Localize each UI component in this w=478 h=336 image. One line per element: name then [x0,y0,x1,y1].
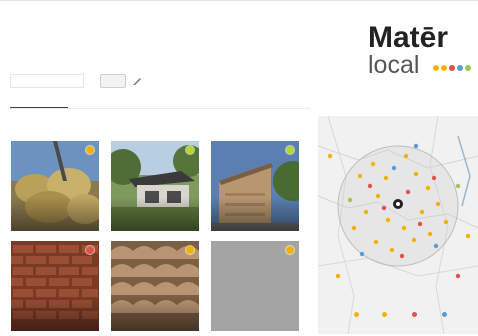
top-divider [0,0,478,1]
legend-item [354,308,361,322]
brand-logo[interactable]: Matēr local [364,20,476,80]
card-2[interactable] [111,141,199,231]
status-badge [286,246,294,254]
legend-dot [442,312,447,318]
status-badge [86,146,94,154]
tab-1[interactable] [10,96,68,108]
search-row [10,73,310,89]
search-button[interactable] [100,74,126,88]
tab-4[interactable] [212,96,244,107]
status-badge [186,246,194,254]
card-1[interactable] [11,141,99,231]
card-5[interactable] [111,241,199,331]
card-4[interactable] [11,241,99,331]
logo-mark: Matēr local [368,21,471,79]
legend-dot [382,312,387,318]
svg-text:local: local [368,51,419,79]
location-map[interactable] [318,116,478,334]
card-shade [211,197,299,231]
location-pin-icon [393,199,403,209]
card-shade [11,297,99,331]
status-badge [186,146,194,154]
legend-dot [354,312,359,318]
tab-bar [10,96,310,109]
card-shade [111,197,199,231]
map-legend [354,308,474,322]
svg-text:Matēr: Matēr [368,21,448,54]
card-shade [11,197,99,231]
map-canvas [318,116,478,334]
card-shade [111,297,199,331]
status-badge [86,246,94,254]
legend-item [412,308,419,322]
tab-3[interactable] [156,96,200,107]
section-heading [10,121,200,129]
search-select[interactable] [10,74,84,88]
legend-item [382,308,389,322]
legend-dot [412,312,417,318]
status-badge [286,146,294,154]
legend-item [442,308,449,322]
tab-2[interactable] [84,96,144,107]
card-3[interactable] [211,141,299,231]
pencil-icon[interactable] [130,75,144,87]
card-6[interactable] [211,241,299,331]
